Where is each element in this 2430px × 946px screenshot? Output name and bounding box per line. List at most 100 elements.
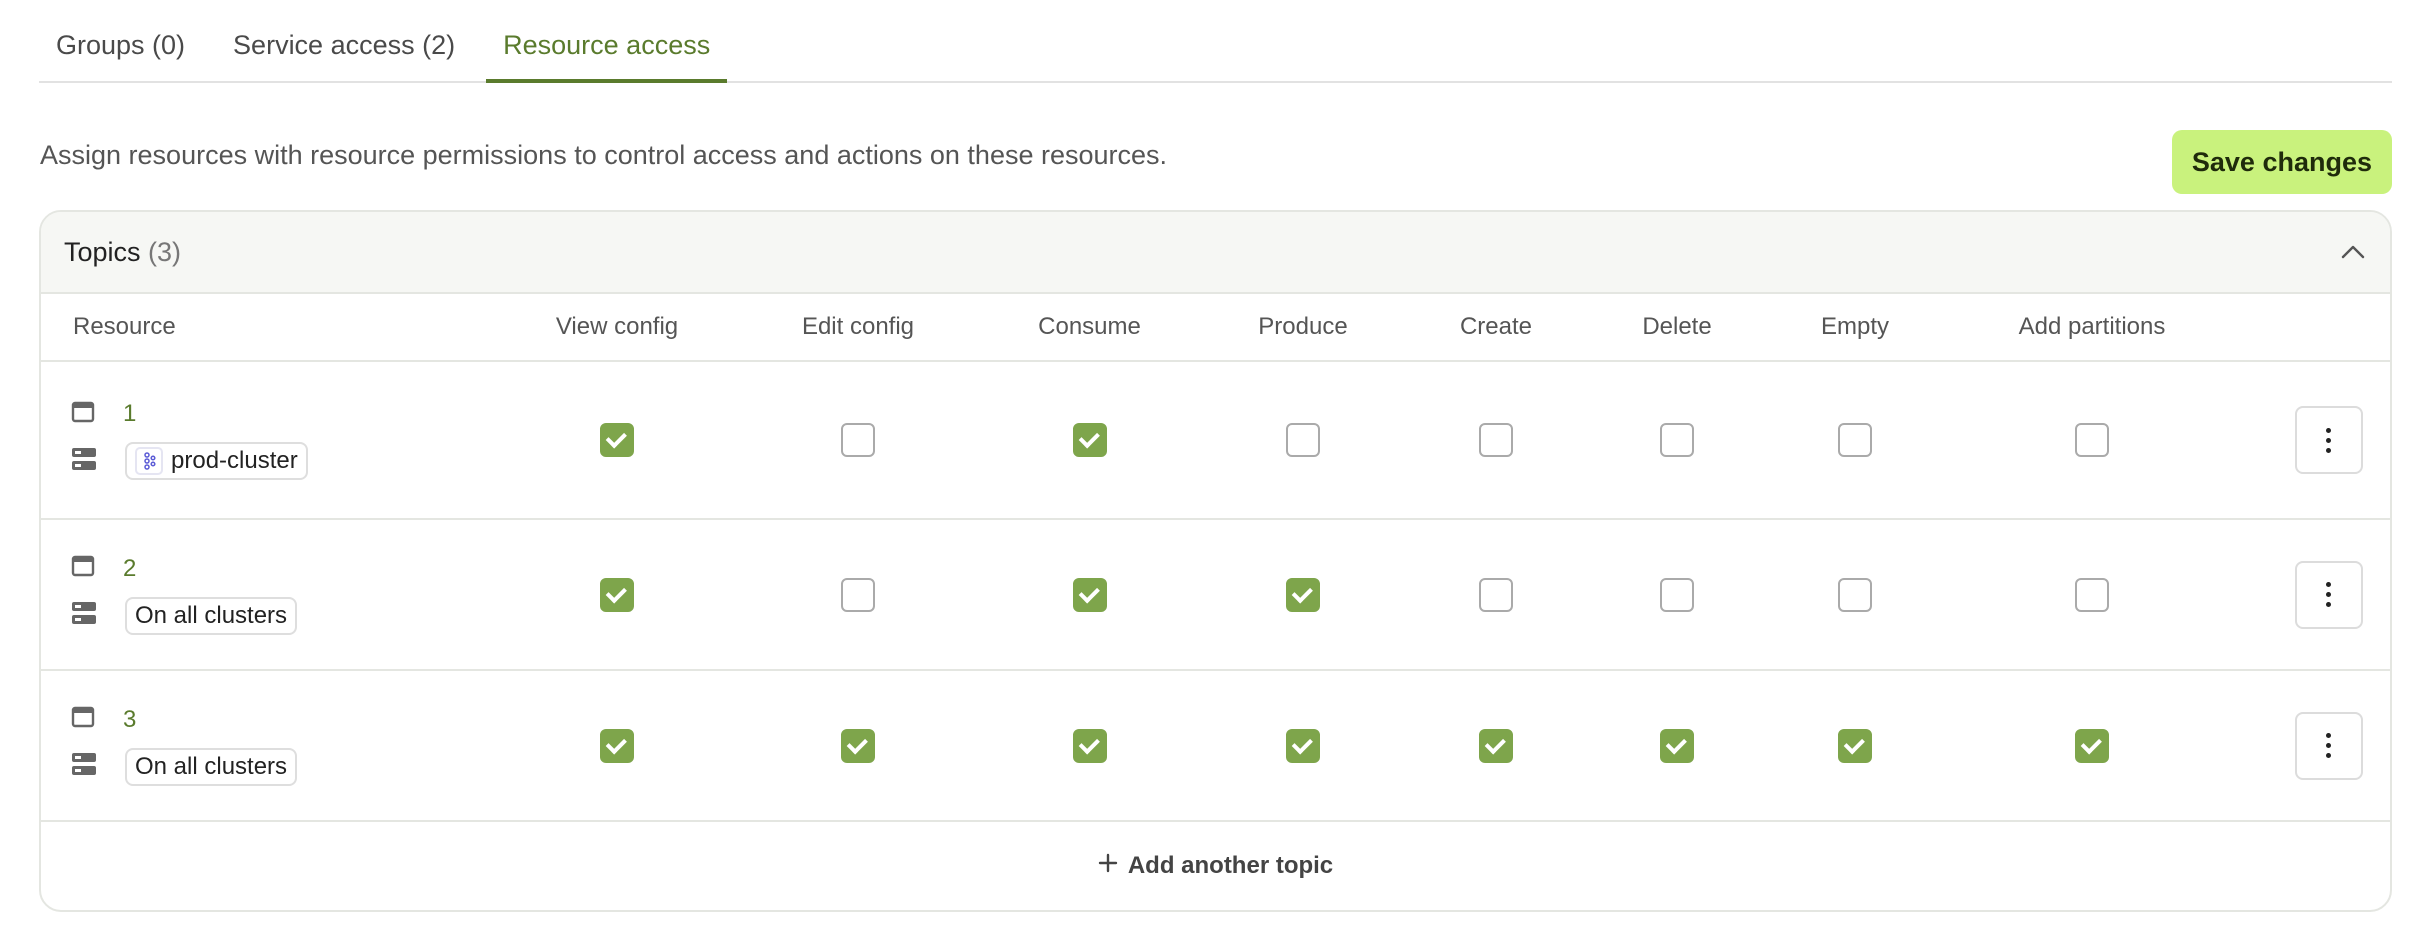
permission-checkbox[interactable] bbox=[1286, 728, 1320, 763]
column-header: Resource bbox=[73, 313, 176, 340]
resource-name[interactable]: 2 bbox=[123, 555, 136, 583]
column-header: Add partitions bbox=[2018, 313, 2166, 340]
permission-cell bbox=[494, 577, 740, 612]
tab-bar: Groups (0) Service access (2) Resource a… bbox=[39, 0, 2392, 83]
permission-cell bbox=[494, 423, 740, 457]
permission-cell bbox=[1589, 423, 1765, 457]
cluster-label: On all clusters bbox=[135, 752, 288, 780]
permission-checkbox[interactable] bbox=[1838, 423, 1872, 457]
permission-checkbox[interactable] bbox=[2075, 728, 2109, 763]
permission-checkbox[interactable] bbox=[1838, 577, 1872, 612]
kafka-icon bbox=[135, 447, 163, 475]
action-bar: Assign resources with resource permissio… bbox=[39, 83, 2392, 227]
column-header: Edit config bbox=[801, 313, 915, 340]
permission-cell bbox=[1945, 423, 2239, 457]
permission-checkbox[interactable] bbox=[841, 577, 875, 612]
resource-name[interactable]: 3 bbox=[123, 706, 136, 734]
topics-card: Topics (3) Resource View config Edit confi… bbox=[39, 210, 2392, 912]
cluster-chip: On all clusters bbox=[125, 747, 298, 786]
permission-checkbox[interactable] bbox=[1286, 423, 1320, 457]
permission-cell bbox=[1589, 728, 1765, 763]
permission-cell bbox=[494, 728, 740, 763]
permission-checkbox[interactable] bbox=[841, 728, 875, 763]
permission-cell bbox=[1403, 577, 1589, 612]
resource-name[interactable]: 1 bbox=[123, 400, 136, 428]
permission-cell bbox=[1403, 728, 1589, 763]
topic-icon bbox=[71, 706, 95, 733]
cluster-chip: On all clusters bbox=[125, 596, 298, 635]
column-header: View config bbox=[555, 313, 679, 340]
permission-checkbox[interactable] bbox=[1072, 577, 1107, 612]
permission-checkbox[interactable] bbox=[600, 728, 634, 763]
add-another-topic-label: Add another topic bbox=[1127, 852, 1334, 879]
resource-cell: 1 prod-cluster bbox=[41, 400, 494, 480]
tab-service-access[interactable]: Service access (2) bbox=[216, 30, 472, 81]
column-header: Consume bbox=[1038, 313, 1141, 340]
permission-cell bbox=[740, 728, 976, 763]
card-title-text: Topics bbox=[64, 236, 141, 267]
permission-cell bbox=[1945, 728, 2239, 763]
permission-checkbox[interactable] bbox=[1479, 577, 1513, 612]
cluster-icon bbox=[71, 601, 97, 630]
column-header: Create bbox=[1459, 313, 1533, 340]
permission-cell bbox=[1403, 423, 1589, 457]
resource-cell: 2 On all clusters bbox=[41, 555, 494, 635]
plus-icon bbox=[1098, 852, 1118, 880]
chevron-up-icon[interactable] bbox=[2338, 237, 2368, 267]
permission-checkbox[interactable] bbox=[600, 577, 634, 612]
kebab-menu-icon[interactable] bbox=[2294, 711, 2363, 780]
permission-checkbox[interactable] bbox=[1660, 577, 1694, 612]
row-actions-cell bbox=[2239, 711, 2390, 780]
table-row: 3 On all clusters bbox=[41, 671, 2390, 822]
row-actions-cell bbox=[2239, 560, 2390, 629]
permission-cell bbox=[1765, 577, 1945, 612]
permission-checkbox[interactable] bbox=[1660, 728, 1694, 763]
permission-cell bbox=[976, 577, 1203, 612]
permission-checkbox[interactable] bbox=[1286, 577, 1320, 612]
add-another-topic-button[interactable]: Add another topic bbox=[41, 822, 2390, 910]
permission-cell bbox=[1945, 577, 2239, 612]
cluster-label: prod-cluster bbox=[171, 447, 298, 474]
permission-cell bbox=[740, 577, 976, 612]
cluster-icon bbox=[71, 447, 97, 476]
tab-groups[interactable]: Groups (0) bbox=[39, 30, 202, 81]
topics-card-header[interactable]: Topics (3) bbox=[41, 212, 2390, 294]
permission-checkbox[interactable] bbox=[1660, 423, 1694, 457]
card-title: Topics (3) bbox=[64, 237, 181, 268]
row-actions-cell bbox=[2239, 406, 2390, 474]
card-count: (3) bbox=[148, 236, 182, 267]
permission-cell bbox=[740, 423, 976, 457]
permission-checkbox[interactable] bbox=[1479, 728, 1513, 763]
table-row: 1 prod-cluster bbox=[41, 362, 2390, 520]
permission-cell bbox=[1765, 728, 1945, 763]
resource-cell: 3 On all clusters bbox=[41, 706, 494, 786]
permission-cell bbox=[976, 728, 1203, 763]
permission-checkbox[interactable] bbox=[1072, 728, 1107, 763]
permission-checkbox[interactable] bbox=[600, 423, 634, 457]
column-header: Produce bbox=[1258, 313, 1348, 340]
permission-checkbox[interactable] bbox=[1479, 423, 1513, 457]
table-header: Resource View config Edit config Consume Pro… bbox=[41, 294, 2390, 362]
save-changes-button[interactable]: Save changes bbox=[2171, 130, 2392, 194]
permission-checkbox[interactable] bbox=[1838, 728, 1872, 763]
topic-icon bbox=[71, 401, 95, 428]
permission-cell bbox=[1765, 423, 1945, 457]
permission-checkbox[interactable] bbox=[841, 423, 875, 457]
permission-checkbox[interactable] bbox=[1072, 423, 1107, 457]
permission-checkbox[interactable] bbox=[2075, 423, 2109, 457]
permission-cell bbox=[1203, 728, 1403, 763]
table-body: 1 prod-cluster 2 On all clusters 3 On all clu… bbox=[41, 362, 2390, 822]
kebab-menu-icon[interactable] bbox=[2294, 560, 2363, 629]
permission-cell bbox=[1203, 423, 1403, 457]
tab-resource-access[interactable]: Resource access bbox=[486, 30, 728, 83]
column-header: Delete bbox=[1642, 313, 1712, 340]
description-text: Assign resources with resource permissio… bbox=[40, 139, 1168, 170]
permission-cell bbox=[976, 423, 1203, 457]
permission-checkbox[interactable] bbox=[2075, 577, 2109, 612]
table-row: 2 On all clusters bbox=[41, 520, 2390, 671]
kebab-menu-icon[interactable] bbox=[2294, 406, 2363, 474]
column-header: Empty bbox=[1820, 313, 1889, 340]
cluster-chip: prod-cluster bbox=[125, 442, 308, 480]
cluster-icon bbox=[71, 752, 97, 781]
resource-access-page: Groups (0) Service access (2) Resource a… bbox=[0, 0, 2430, 946]
